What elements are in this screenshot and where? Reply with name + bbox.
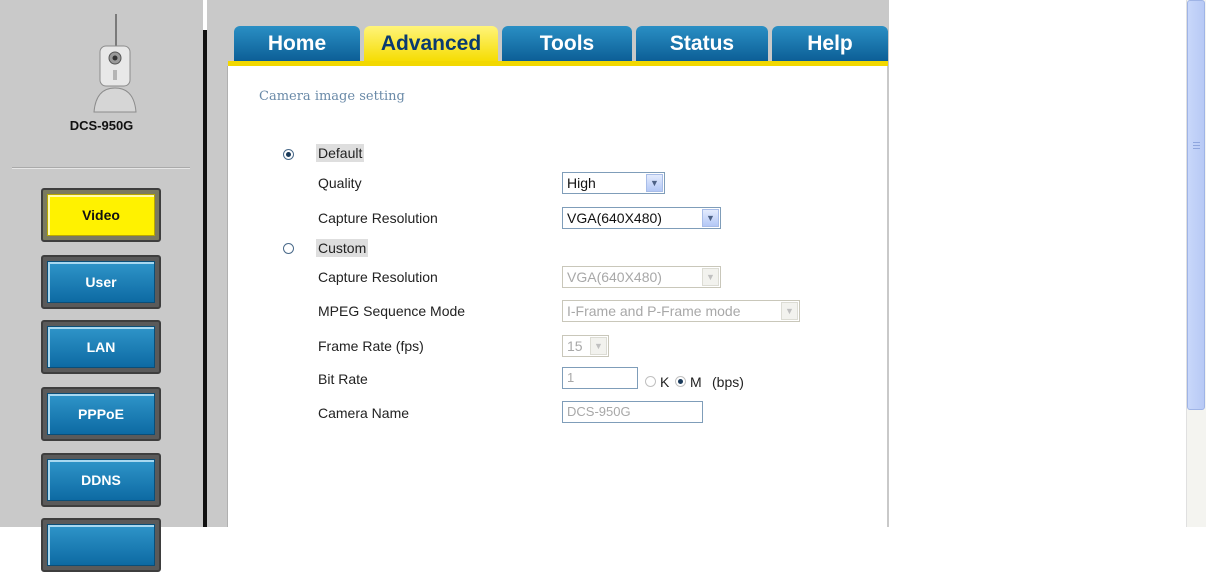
quality-select[interactable]: High ▼ [562,172,665,194]
top-nav-tabs: Home Advanced Tools Status Help [228,26,888,66]
tab-advanced[interactable]: Advanced [364,26,498,62]
bit-rate-unit: (bps) [712,374,744,390]
custom-label: Custom [316,239,369,257]
sidebar-item-video[interactable]: Video [41,188,161,242]
frame-rate-value: 15 [567,338,583,354]
sidebar-item-label: DDNS [47,459,155,501]
custom-radio[interactable] [283,243,294,254]
scrollbar-thumb[interactable] [1187,0,1205,410]
capture-resolution-value: VGA(640X480) [567,210,662,226]
frame-rate-label: Frame Rate (fps) [318,338,424,354]
default-label: Default [316,144,365,162]
mpeg-mode-select[interactable]: I-Frame and P-Frame mode ▼ [562,300,800,322]
chevron-down-icon: ▼ [702,268,719,286]
mpeg-mode-label: MPEG Sequence Mode [318,303,466,319]
tab-home[interactable]: Home [234,26,360,62]
sidebar-item-ddns[interactable]: DDNS [41,453,161,507]
capture-resolution-label: Capture Resolution [318,210,438,226]
camera-name-label: Camera Name [318,405,410,421]
sidebar-item-user[interactable]: User [41,255,161,309]
bit-rate-m-label: M [690,374,702,390]
tab-status[interactable]: Status [636,26,768,62]
bit-rate-k-label: K [660,374,670,390]
model-name: DCS-950G [69,118,134,133]
vertical-divider [203,30,207,527]
sidebar-item-label: LAN [47,326,155,368]
mpeg-mode-value: I-Frame and P-Frame mode [567,303,741,319]
sidebar-item-more[interactable] [41,518,161,572]
sidebar-item-label: PPPoE [47,393,155,435]
sidebar-item-label: Video [47,194,155,236]
tab-help[interactable]: Help [772,26,888,62]
bit-rate-input[interactable]: 1 [562,367,638,389]
bit-rate-k-radio[interactable] [645,376,656,387]
chevron-down-icon: ▼ [646,174,663,192]
sidebar-divider [12,167,190,169]
custom-capture-resolution-value: VGA(640X480) [567,269,662,285]
section-title: Camera image setting [259,89,405,104]
tab-underline [228,61,888,66]
default-radio[interactable] [283,149,294,160]
chevron-down-icon: ▼ [702,209,719,227]
chevron-down-icon: ▼ [781,302,798,320]
camera-icon [93,14,137,113]
camera-name-input[interactable]: DCS-950G [562,401,703,423]
frame-rate-select[interactable]: 15 ▼ [562,335,609,357]
custom-capture-resolution-select[interactable]: VGA(640X480) ▼ [562,266,721,288]
quality-value: High [567,175,596,191]
sidebar-item-label: User [47,261,155,303]
sidebar-item-lan[interactable]: LAN [41,320,161,374]
capture-resolution-select[interactable]: VGA(640X480) ▼ [562,207,721,229]
bit-rate-m-radio[interactable] [675,376,686,387]
quality-label: Quality [318,175,362,191]
chevron-down-icon: ▼ [590,337,607,355]
tab-tools[interactable]: Tools [502,26,632,62]
custom-capture-resolution-label: Capture Resolution [318,269,438,285]
main-panel [227,66,887,527]
bit-rate-label: Bit Rate [318,371,368,387]
sidebar-item-pppoe[interactable]: PPPoE [41,387,161,441]
